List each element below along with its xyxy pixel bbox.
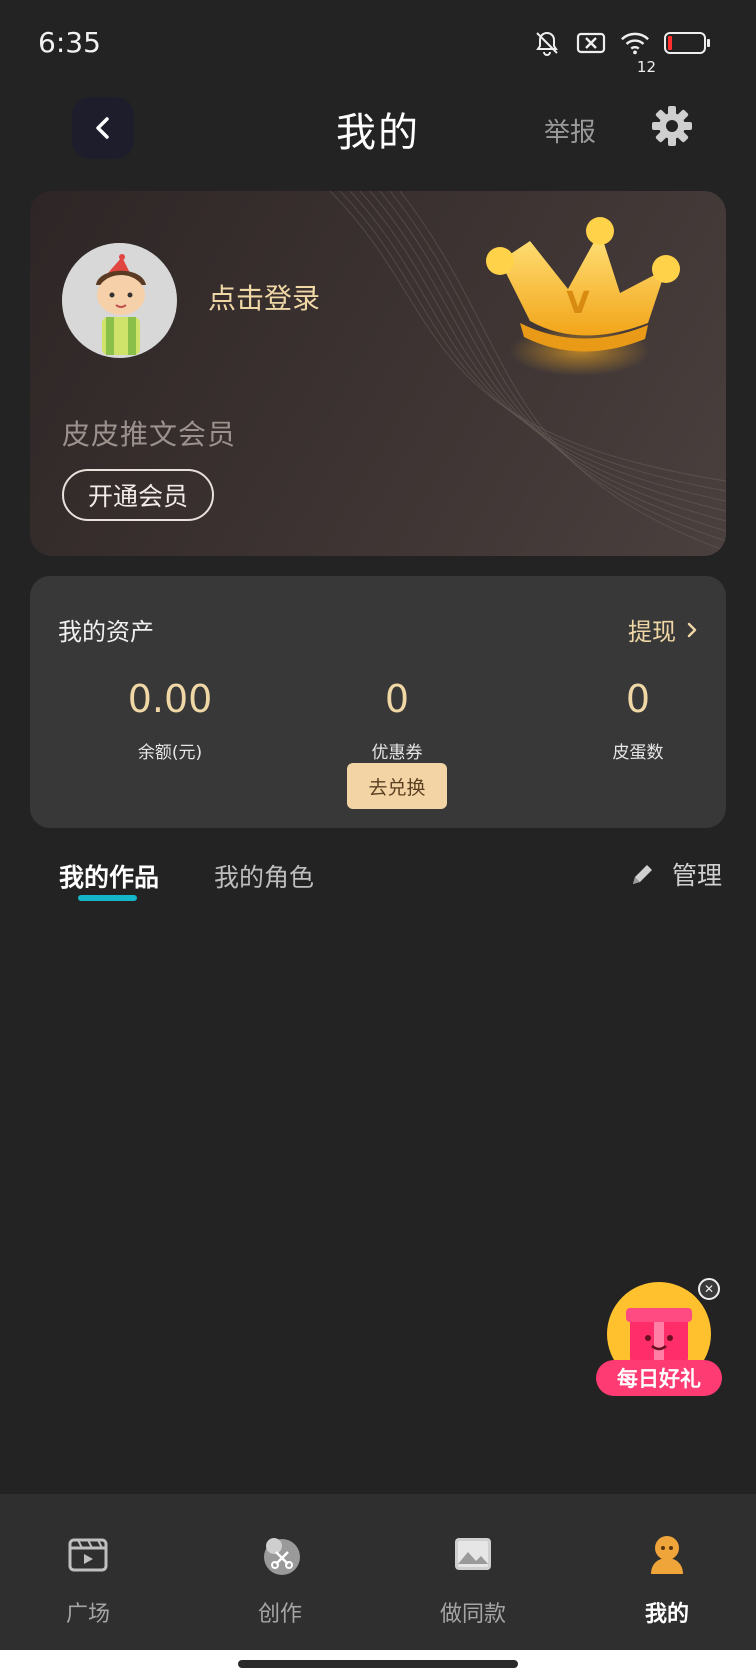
- nav-square-label: 广场: [65, 1602, 110, 1627]
- nav-same-label: 做同款: [439, 1602, 506, 1627]
- home-indicator[interactable]: [238, 1660, 518, 1668]
- wifi-icon: [620, 28, 650, 58]
- open-vip-button[interactable]: 开通会员: [62, 469, 214, 521]
- settings-button[interactable]: [650, 104, 694, 148]
- gift-close-button[interactable]: ✕: [698, 1278, 720, 1300]
- crown-letter: V: [566, 286, 590, 321]
- assets-card: 我的资产 提现 0.00 余额(元) 0 优惠券 去兑换 0 皮蛋数: [30, 576, 726, 828]
- image-icon: [449, 1530, 497, 1578]
- balance-value: 0.00: [127, 677, 213, 721]
- manage-button[interactable]: 管理: [630, 856, 722, 892]
- avatar[interactable]: [62, 243, 177, 358]
- page-title: 我的: [336, 110, 420, 156]
- eggs-label: 皮蛋数: [612, 743, 664, 763]
- bell-off-icon: [532, 28, 562, 58]
- balance-label: 余额(元): [137, 743, 203, 763]
- report-link[interactable]: 举报: [544, 112, 596, 149]
- coupon-label: 优惠券: [371, 743, 423, 763]
- screen: 6:35 12 我的 举报 点击登录 V 皮皮推文会员 开通会员 我的资产 提现…: [0, 0, 756, 1680]
- scissors-circle-icon: [256, 1530, 304, 1578]
- user-icon: [643, 1530, 691, 1578]
- crown-icon: V: [486, 217, 680, 376]
- bottom-nav: 广场 创作 做同款 我的: [0, 1494, 756, 1650]
- withdraw-link[interactable]: 提现: [628, 612, 698, 647]
- data-off-icon: [576, 28, 606, 58]
- exchange-button[interactable]: 去兑换: [347, 763, 447, 809]
- chevron-right-icon: [687, 622, 697, 637]
- coupon-value: 0: [384, 677, 410, 721]
- close-icon: ✕: [703, 1282, 715, 1296]
- eggs-stat[interactable]: 0 皮蛋数: [538, 680, 738, 763]
- nav-create-label: 创作: [257, 1602, 302, 1627]
- eggs-value: 0: [625, 677, 651, 721]
- nav-mine[interactable]: 我的: [607, 1530, 727, 1628]
- assets-title: 我的资产: [58, 618, 154, 646]
- tab-indicator: [78, 895, 137, 901]
- gear-icon: [652, 106, 692, 146]
- battery-level: 12: [636, 58, 656, 76]
- tab-my-works[interactable]: 我的作品: [59, 858, 159, 894]
- nav-square[interactable]: 广场: [28, 1530, 148, 1628]
- nav-make-same[interactable]: 做同款: [413, 1530, 533, 1628]
- status-time: 6:35: [38, 26, 101, 59]
- video-board-icon: [64, 1530, 112, 1578]
- gift-label[interactable]: 每日好礼: [596, 1360, 722, 1396]
- nav-mine-label: 我的: [644, 1602, 689, 1627]
- coupon-stat[interactable]: 0 优惠券: [297, 680, 497, 763]
- vip-name: 皮皮推文会员: [62, 418, 237, 451]
- vip-card: 点击登录 V 皮皮推文会员 开通会员: [30, 191, 726, 556]
- status-bar: 6:35 12: [0, 0, 756, 88]
- pencil-icon: [632, 865, 652, 884]
- withdraw-label: 提现: [628, 618, 676, 646]
- battery-icon: 12: [637, 28, 712, 76]
- avatar-boy-icon: [62, 243, 176, 357]
- balance-stat[interactable]: 0.00 余额(元): [70, 680, 270, 763]
- nav-create[interactable]: 创作: [220, 1530, 340, 1628]
- tab-my-roles[interactable]: 我的角色: [214, 858, 314, 894]
- status-icons: 12: [532, 28, 712, 76]
- login-link[interactable]: 点击登录: [208, 277, 320, 317]
- manage-label: 管理: [671, 861, 722, 890]
